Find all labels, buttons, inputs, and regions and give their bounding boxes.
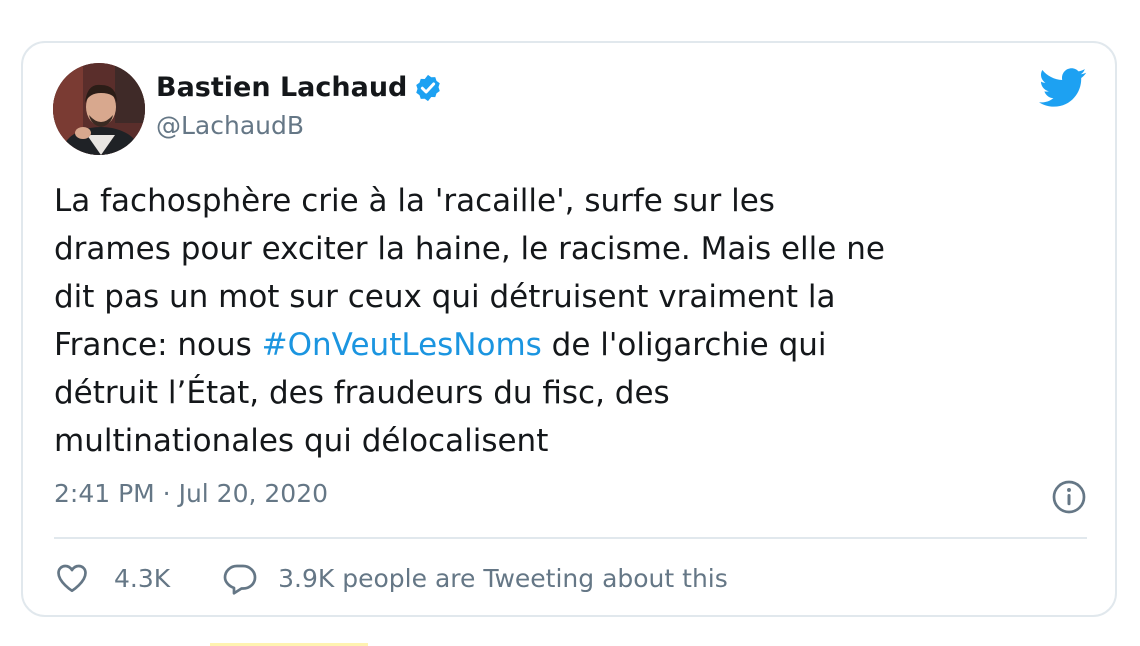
- tweet-actions: 4.3K 3.9K people are Tweeting about this: [54, 560, 728, 596]
- author-handle[interactable]: @LachaudB: [156, 111, 304, 140]
- divider: [54, 537, 1087, 539]
- likes-count[interactable]: 4.3K: [114, 564, 170, 593]
- avatar[interactable]: [53, 63, 145, 155]
- conversation-text: 3.9K people are Tweeting about this: [278, 563, 728, 593]
- tweet-text: La fachosphère crie à la 'racaille', sur…: [54, 177, 1094, 465]
- tweet-card[interactable]: Bastien Lachaud @LachaudB La fachosphère…: [21, 41, 1117, 617]
- hashtag-link[interactable]: #OnVeutLesNoms: [262, 327, 542, 363]
- info-icon[interactable]: [1051, 479, 1087, 515]
- author-name[interactable]: Bastien Lachaud: [156, 72, 407, 103]
- tweet-timestamp[interactable]: 2:41 PM · Jul 20, 2020: [54, 479, 328, 508]
- reply-bubble-icon: [222, 560, 258, 596]
- conversation-link[interactable]: 3.9K people are Tweeting about this: [222, 560, 728, 596]
- author-name-row[interactable]: Bastien Lachaud: [156, 72, 443, 103]
- verified-badge-icon: [413, 73, 443, 103]
- heart-icon[interactable]: [54, 560, 90, 596]
- twitter-bird-icon[interactable]: [1039, 68, 1087, 108]
